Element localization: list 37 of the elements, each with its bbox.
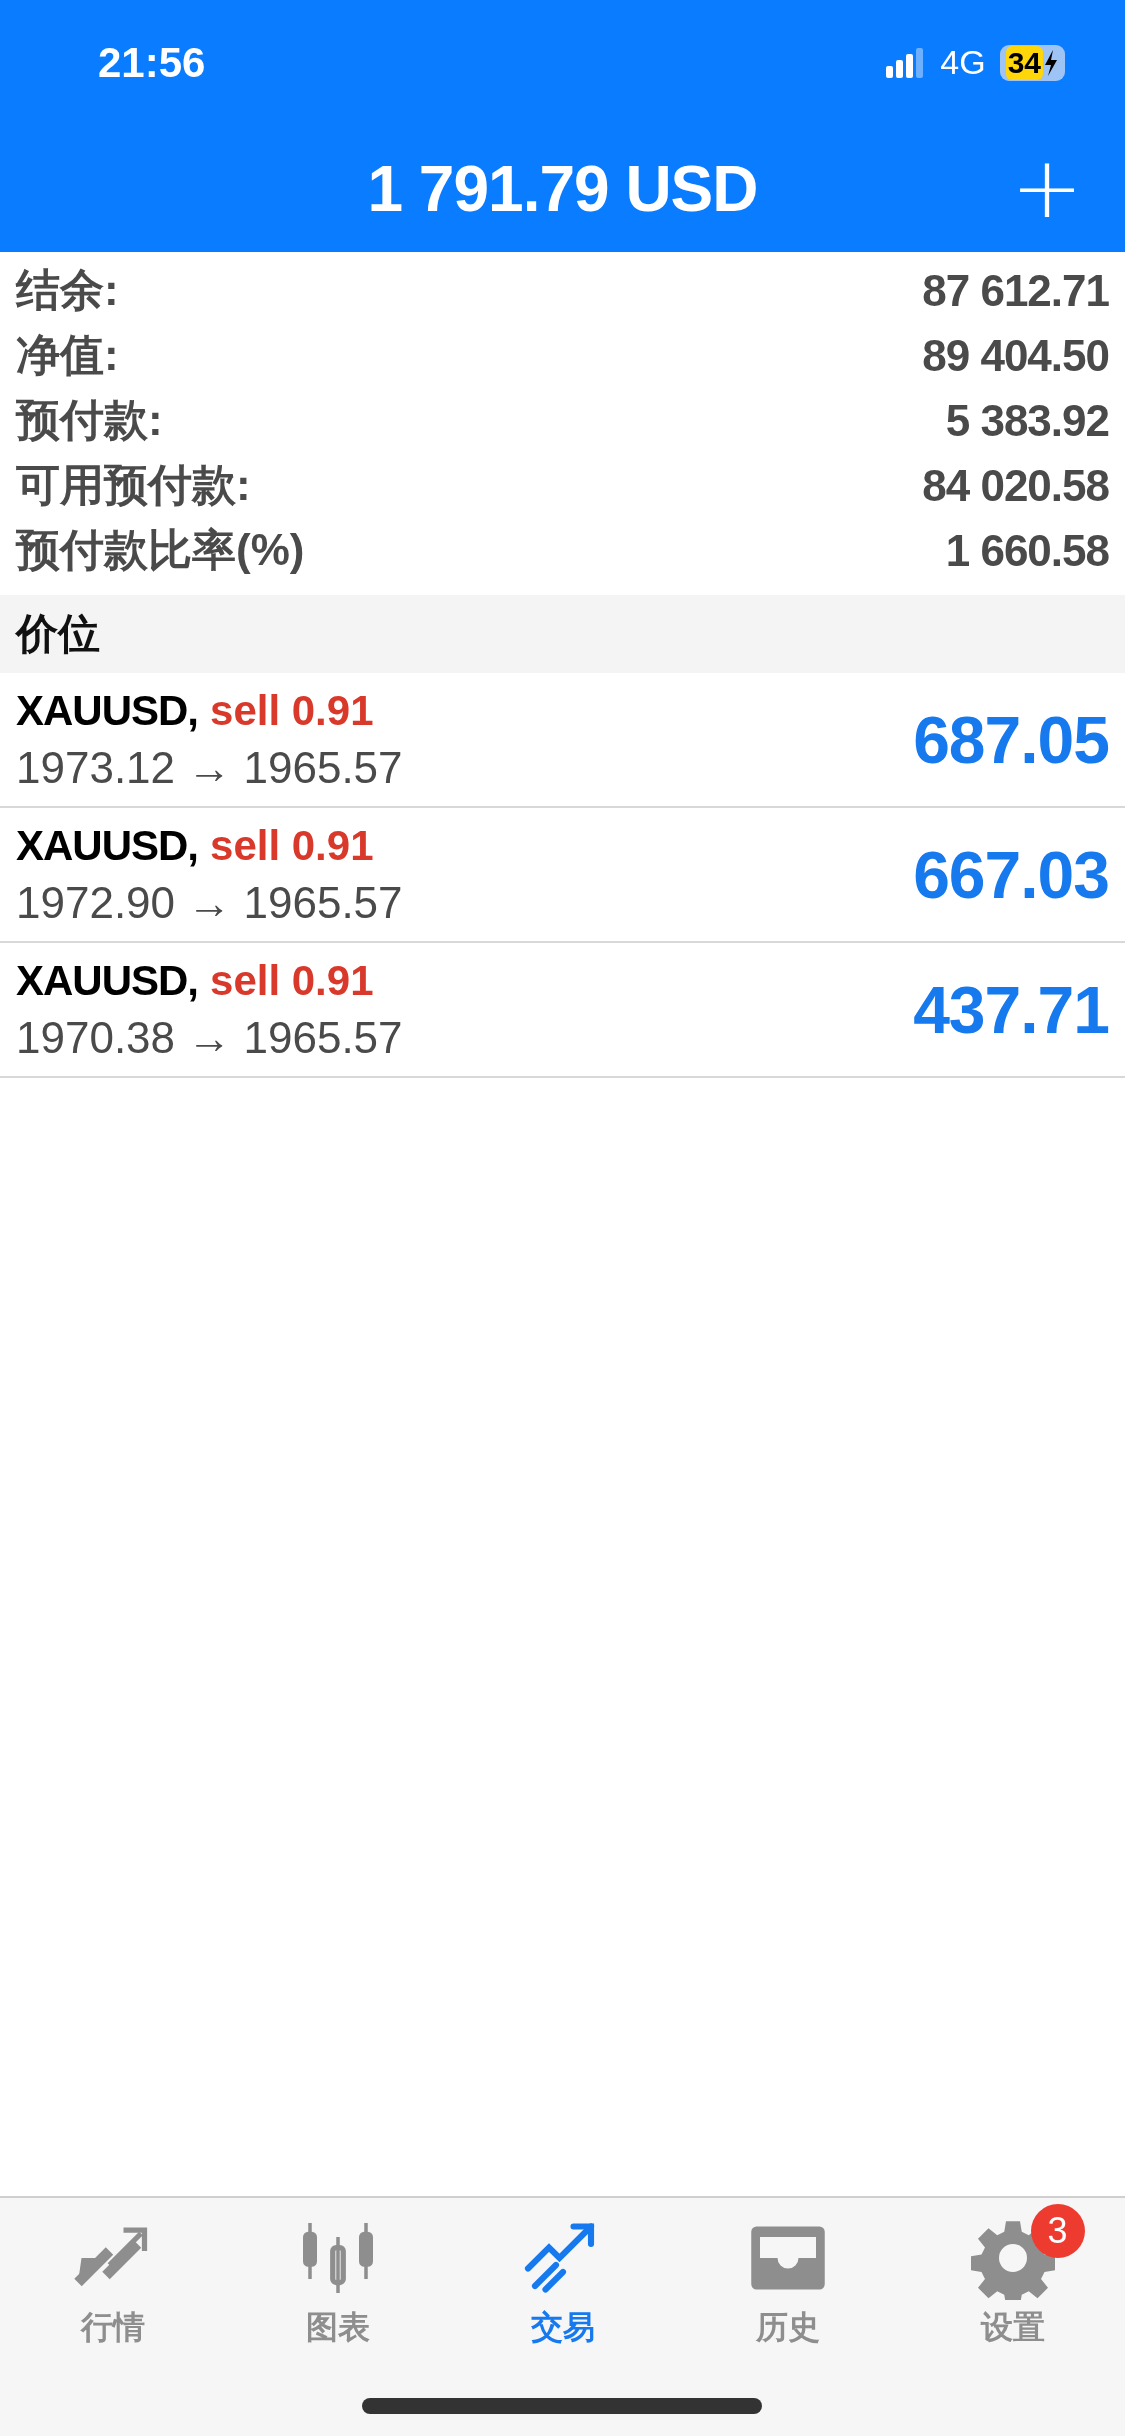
order-type: sell 0.91 xyxy=(210,821,374,870)
summary-value: 84 020.58 xyxy=(922,460,1109,511)
price-range: 1972.90 → 1965.57 xyxy=(16,877,403,928)
profit-value: 667.03 xyxy=(913,836,1109,913)
summary-value: 1 660.58 xyxy=(945,525,1109,576)
status-time: 21:56 xyxy=(98,38,206,87)
tab-item[interactable]: 图表 xyxy=(247,2204,428,2350)
position-row[interactable]: XAUUSD, sell 0.91 1972.90 → 1965.57 667.03 xyxy=(0,808,1125,943)
notification-badge: 3 xyxy=(1030,2204,1085,2258)
profit-value: 687.05 xyxy=(913,701,1109,778)
tab-item[interactable]: 设置 3 xyxy=(922,2204,1103,2350)
summary-label: 预付款比率(%) xyxy=(16,524,305,576)
section-title: 价位 xyxy=(16,609,100,659)
position-row[interactable]: XAUUSD, sell 0.91 1973.12 → 1965.57 687.05 xyxy=(0,673,1125,808)
summary-value: 89 404.50 xyxy=(922,330,1109,381)
add-button[interactable]: + xyxy=(1000,147,1093,227)
position-symbol: XAUUSD, xyxy=(16,821,199,870)
summary-label: 净值: xyxy=(16,329,119,381)
order-type: sell 0.91 xyxy=(210,956,374,1005)
balance-title: 1 791.79 USD xyxy=(367,151,758,226)
summary-label: 可用预付款: xyxy=(16,459,251,511)
summary-value: 87 612.71 xyxy=(922,265,1109,316)
position-symbol: XAUUSD, xyxy=(16,686,199,735)
position-row[interactable]: XAUUSD, sell 0.91 1970.38 → 1965.57 437.71 xyxy=(0,943,1125,1078)
battery-icon: 34 xyxy=(999,44,1065,81)
order-type: sell 0.91 xyxy=(210,686,374,735)
summary-label: 预付款: xyxy=(16,394,163,446)
summary-label: 结余: xyxy=(16,264,119,316)
position-symbol: XAUUSD, xyxy=(16,956,199,1005)
summary-value: 5 383.92 xyxy=(945,395,1109,446)
network-type: 4G xyxy=(940,43,986,82)
tab-item[interactable]: 交易 xyxy=(472,2204,653,2350)
price-range: 1973.12 → 1965.57 xyxy=(16,742,403,793)
tab-item[interactable]: 行情 xyxy=(22,2204,203,2350)
tab-item[interactable]: 历史 xyxy=(697,2204,878,2350)
price-range: 1970.38 → 1965.57 xyxy=(16,1012,403,1063)
profit-value: 437.71 xyxy=(913,971,1109,1048)
